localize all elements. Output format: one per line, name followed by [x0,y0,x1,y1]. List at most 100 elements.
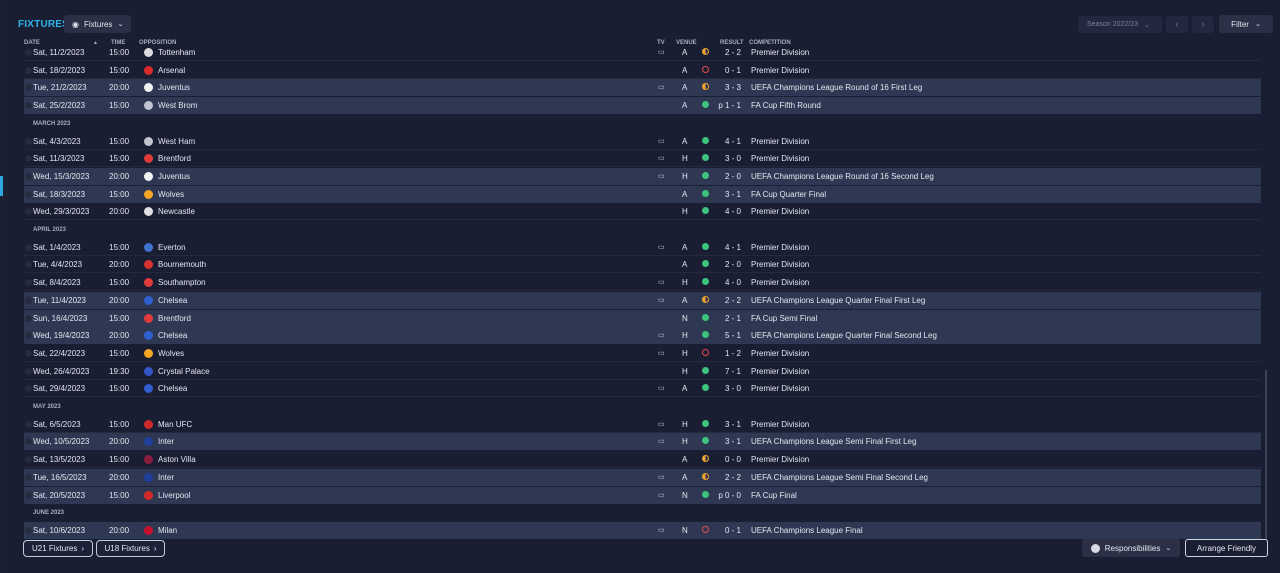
fixture-row[interactable]: Sat, 1/4/2023 15:00 Everton ▭ A 4 - 1 Premier … [24,239,1261,256]
opposition-name[interactable]: Wolves [158,349,184,358]
fixture-row[interactable]: Tue, 21/2/2023 20:00 Juventus ▭ A 3 - 3 UEFA C… [24,79,1261,97]
fixture-time: 20:00 [109,83,130,93]
opposition-name[interactable]: Inter [158,437,174,446]
opposition-name[interactable]: Juventus [158,172,190,181]
u21-fixtures-button[interactable]: U21 Fixtures › [23,540,93,557]
left-nav-strip [0,0,6,573]
opposition-name[interactable]: Newcastle [158,207,195,216]
fixture-row[interactable]: Wed, 15/3/2023 20:00 Juventus ▭ H 2 - 0 UEFA C… [24,167,1261,185]
fixture-venue: A [682,65,688,75]
u18-fixtures-button[interactable]: U18 Fixtures › [96,540,165,557]
fixture-row[interactable]: Wed, 26/4/2023 19:30 Crystal Palace H 7 - 1 P… [24,363,1261,380]
club-badge-icon [144,189,153,199]
fixture-row[interactable]: Sat, 4/3/2023 15:00 West Ham ▭ A 4 - 1 Premier… [24,133,1261,150]
competition-name[interactable]: Premier Division [751,48,809,57]
opposition-name[interactable]: Milan [158,526,177,535]
competition-name[interactable]: FA Cup Quarter Final [751,190,826,199]
previous-season-button[interactable]: ‹ [1166,16,1188,33]
responsibilities-button[interactable]: Responsibilities ⌄ [1082,539,1180,557]
competition-name[interactable]: UEFA Champions League Quarter Final Seco… [751,331,937,340]
competition-name[interactable]: Premier Division [751,260,809,269]
competition-name[interactable]: Premier Division [751,367,809,376]
opposition-name[interactable]: West Ham [158,137,195,146]
next-season-button[interactable]: › [1192,16,1214,33]
competition-name[interactable]: Premier Division [751,207,809,216]
fixture-row[interactable]: Sat, 8/4/2023 15:00 Southampton ▭ H 4 - 0 Prem… [24,274,1261,292]
chevron-down-icon: ⌄ [117,21,124,28]
competition-name[interactable]: Premier Division [751,243,809,252]
opposition-name[interactable]: Crystal Palace [158,367,210,376]
draw-result-icon [702,83,709,91]
fixture-row[interactable]: Wed, 10/5/2023 20:00 Inter ▭ H 3 - 1 UEFA Cham… [24,433,1261,451]
competition-name[interactable]: UEFA Champions League Round of 16 Second… [751,172,934,181]
competition-name[interactable]: FA Cup Fifth Round [751,101,821,110]
fixture-row[interactable]: Sat, 29/4/2023 15:00 Chelsea ▭ A 3 - 0 Premier… [24,380,1261,398]
season-selector[interactable]: Season 2022/23 ⌄ [1078,16,1162,33]
competition-name[interactable]: Premier Division [751,154,809,163]
opposition-name[interactable]: Chelsea [158,384,187,393]
chevron-right-icon: › [81,544,85,553]
fixture-row[interactable]: Sat, 11/3/2023 15:00 Brentford ▭ H 3 - 0 Premi… [24,150,1261,168]
fixture-row[interactable]: Sat, 6/5/2023 15:00 Man UFC ▭ H 3 - 1 Premier … [24,416,1261,433]
opposition-name[interactable]: Chelsea [158,296,187,305]
tv-icon: ▭ [658,526,665,534]
competition-name[interactable]: UEFA Champions League Semi Final First L… [751,437,916,446]
opposition-name[interactable]: Brentford [158,314,191,323]
month-heading-label: JUNE 2023 [33,510,65,517]
competition-name[interactable]: Premier Division [751,420,809,429]
opposition-name[interactable]: Inter [158,473,174,482]
filter-button[interactable]: Filter ⌄ [1219,15,1273,33]
opposition-name[interactable]: West Brom [158,101,197,110]
opposition-name[interactable]: Bournemouth [158,260,206,269]
view-dropdown-button[interactable]: ◉ Fixtures ⌄ [64,15,132,33]
competition-name[interactable]: UEFA Champions League Quarter Final Firs… [751,296,925,305]
opposition-name[interactable]: Tottenham [158,48,195,57]
fixture-time: 15:00 [109,278,130,288]
arrange-friendly-button[interactable]: Arrange Friendly [1185,539,1268,557]
fixture-time: 20:00 [109,331,130,341]
fixture-row[interactable]: Tue, 16/5/2023 20:00 Inter ▭ A 2 - 2 UEFA Cham… [24,468,1261,486]
competition-name[interactable]: FA Cup Final [751,491,797,500]
fixture-row[interactable]: Sat, 13/5/2023 15:00 Aston Villa A 0 - 0 Prem… [24,451,1261,469]
fixture-row[interactable]: Tue, 11/4/2023 20:00 Chelsea ▭ A 2 - 2 UEFA Ch… [24,291,1261,309]
scrollbar[interactable] [1265,370,1267,540]
opposition-name[interactable]: Man UFC [158,420,192,429]
opposition-name[interactable]: Arsenal [158,66,185,75]
fixture-row[interactable]: Sun, 16/4/2023 15:00 Brentford N 2 - 1 FA Cup… [24,309,1261,327]
fixture-row[interactable]: Sat, 11/2/2023 15:00 Tottenham ▭ A 2 - 2 Premi… [24,44,1261,61]
fixture-row[interactable]: Sat, 18/3/2023 15:00 Wolves A 3 - 1 FA Cup Qu… [24,185,1261,203]
win-result-icon [702,242,709,250]
competition-name[interactable]: UEFA Champions League Final [751,526,863,535]
opposition-name[interactable]: Chelsea [158,331,187,340]
fixture-row[interactable]: Wed, 29/3/2023 20:00 Newcastle H 4 - 0 Premie… [24,203,1261,221]
competition-name[interactable]: UEFA Champions League Round of 16 First … [751,83,922,92]
fixture-date: Wed, 19/4/2023 [33,331,90,341]
competition-name[interactable]: Premier Division [751,278,809,287]
competition-name[interactable]: Premier Division [751,455,809,464]
fixture-score: 2 - 1 [724,313,741,323]
fixture-row[interactable]: Sat, 10/6/2023 20:00 Milan ▭ N 0 - 1 UEFA Cham… [24,521,1261,539]
fixture-row[interactable]: Sat, 22/4/2023 15:00 Wolves ▭ H 1 - 2 Premier … [24,345,1261,362]
competition-name[interactable]: Premier Division [751,66,809,75]
fixtures-list: Sat, 11/2/2023 15:00 Tottenham ▭ A 2 - 2 Premi… [24,44,1261,540]
fixture-row[interactable]: Sat, 18/2/2023 15:00 Arsenal A 0 - 1 Premier … [24,62,1261,79]
club-badge-icon [144,207,153,217]
opposition-name[interactable]: Wolves [158,190,184,199]
competition-name[interactable]: Premier Division [751,137,809,146]
opposition-name[interactable]: Brentford [158,154,191,163]
opposition-name[interactable]: Juventus [158,83,190,92]
competition-name[interactable]: UEFA Champions League Semi Final Second … [751,473,928,482]
fixture-row[interactable]: Tue, 4/4/2023 20:00 Bournemouth A 2 - 0 Premi… [24,256,1261,274]
tv-icon: ▭ [658,84,665,92]
fixture-row[interactable]: Sat, 20/5/2023 15:00 Liverpool ▭ Np 0 - 0 FA … [24,486,1261,504]
opposition-name[interactable]: Liverpool [158,491,190,500]
competition-name[interactable]: Premier Division [751,349,809,358]
tv-icon: ▭ [658,296,665,304]
fixture-row[interactable]: Sat, 25/2/2023 15:00 West Brom Ap 1 - 1 FA C… [24,97,1261,115]
opposition-name[interactable]: Everton [158,243,186,252]
fixture-row[interactable]: Wed, 19/4/2023 20:00 Chelsea ▭ H 5 - 1 UEFA Ch… [24,327,1261,345]
competition-name[interactable]: Premier Division [751,384,809,393]
competition-name[interactable]: FA Cup Semi Final [751,314,817,323]
opposition-name[interactable]: Aston Villa [158,455,196,464]
opposition-name[interactable]: Southampton [158,278,206,287]
